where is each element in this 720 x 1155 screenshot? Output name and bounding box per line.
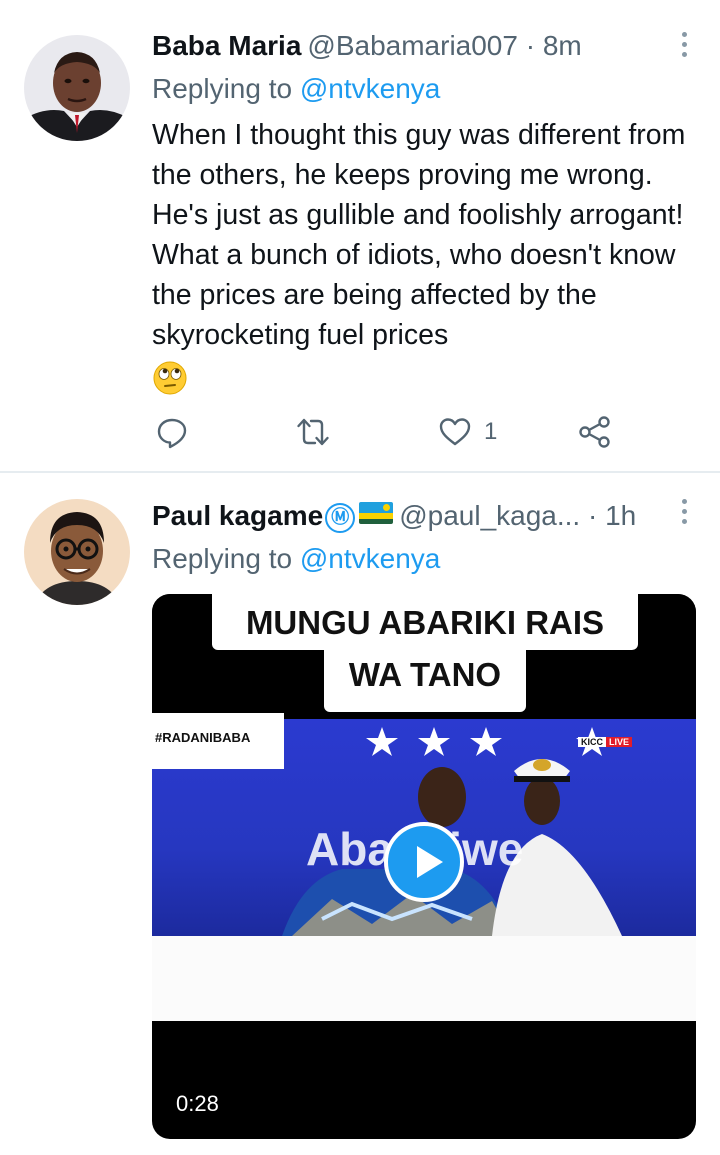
- replying-to: Replying to @ntvkenya: [152, 542, 440, 576]
- tweet-header: Paul kagame Ⓜ @paul_kaga... · 1h: [152, 499, 636, 533]
- tweet-actions: 1: [0, 412, 720, 452]
- replying-to-label: Replying to: [152, 543, 293, 574]
- like-count: 1: [484, 418, 498, 445]
- play-icon[interactable]: [384, 822, 464, 902]
- verified-badge: Ⓜ: [325, 503, 356, 533]
- rwanda-flag-icon: [359, 502, 394, 524]
- display-name[interactable]: Paul kagame: [152, 500, 323, 531]
- user-handle[interactable]: @paul_kaga...: [399, 500, 580, 531]
- separator-dot: ·: [525, 30, 536, 61]
- replying-to: Replying to @ntvkenya: [152, 72, 440, 106]
- share-button[interactable]: [578, 412, 612, 452]
- tweet-header: Baba Maria @Babamaria007 · 8m: [152, 29, 582, 63]
- retweet-button[interactable]: [296, 412, 330, 452]
- reply-icon: [157, 418, 187, 449]
- avatar[interactable]: [24, 499, 130, 605]
- tweet-text: When I thought this guy was different fr…: [152, 119, 686, 351]
- like-button[interactable]: 1: [438, 412, 497, 452]
- share-icon: [579, 416, 610, 448]
- more-vertical-icon[interactable]: [680, 499, 688, 529]
- tweet-time[interactable]: 1h: [605, 500, 636, 531]
- video-caption-line2: WA TANO: [324, 650, 526, 712]
- tweet-time[interactable]: 8m: [543, 30, 582, 61]
- live-badge: KICC LIVE: [578, 737, 633, 747]
- face-with-rolling-eyes-icon: [153, 361, 187, 395]
- mention-link[interactable]: @ntvkenya: [300, 543, 441, 574]
- tweet[interactable]: Paul kagame Ⓜ @paul_kaga... · 1h Replying …: [0, 473, 720, 1155]
- more-vertical-icon[interactable]: [680, 32, 688, 62]
- retweet-icon: [297, 418, 329, 446]
- video-duration: 0:28: [176, 1091, 219, 1116]
- display-name[interactable]: Baba Maria: [152, 30, 301, 61]
- replying-to-label: Replying to: [152, 73, 293, 104]
- mention-link[interactable]: @ntvkenya: [300, 73, 441, 104]
- like-icon: [439, 418, 471, 446]
- video-caption-line1: MUNGU ABARIKI RAIS: [212, 594, 638, 650]
- video-hashtag: #RADANIBABA: [152, 713, 284, 769]
- separator-dot: ·: [587, 500, 598, 531]
- avatar[interactable]: [24, 35, 130, 141]
- user-handle[interactable]: @Babamaria007: [307, 30, 518, 61]
- video-white-band: [152, 936, 696, 1021]
- tweet[interactable]: Baba Maria @Babamaria007 · 8m Replying to…: [0, 0, 720, 472]
- reply-button[interactable]: [155, 412, 189, 452]
- video-player[interactable]: MUNGU ABARIKI RAIS WA TANO #RADANIBABA K…: [152, 594, 696, 1139]
